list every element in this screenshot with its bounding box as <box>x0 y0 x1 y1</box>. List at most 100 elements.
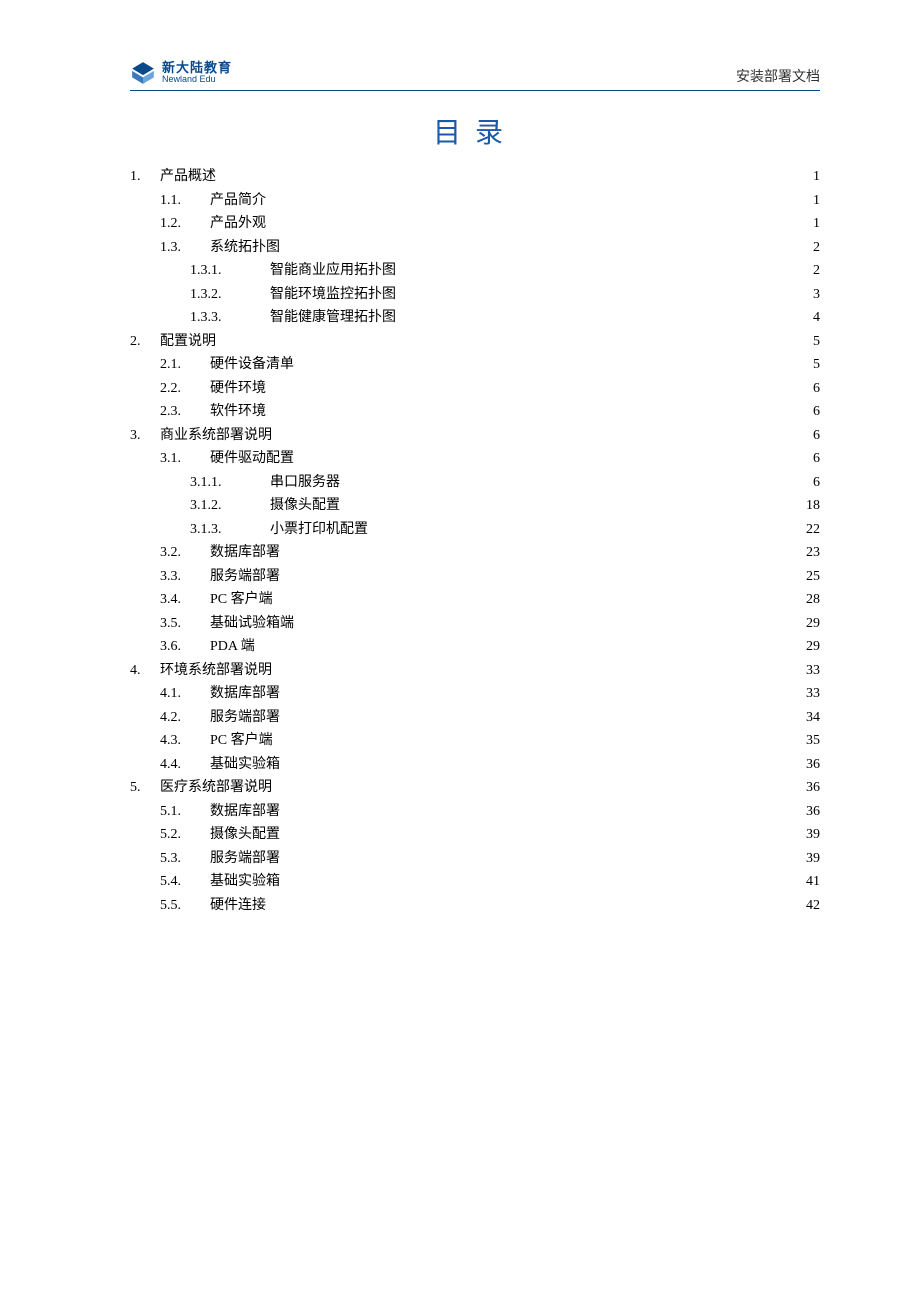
page-header: 新大陆教育 Newland Edu 安装部署文档 <box>130 60 820 91</box>
toc-page-number: 29 <box>806 635 820 659</box>
toc-text: 医疗系统部署说明 <box>160 776 272 800</box>
logo-en: Newland Edu <box>162 75 232 84</box>
toc-number: 2. <box>130 330 160 354</box>
toc-page-number: 18 <box>806 494 820 518</box>
toc-page-number: 5 <box>813 330 820 354</box>
toc-page-number: 1 <box>813 165 820 189</box>
toc-text: 智能环境监控拓扑图 <box>270 283 396 307</box>
toc-page-number: 36 <box>806 753 820 777</box>
toc-text: 基础实验箱 <box>210 753 280 777</box>
toc-entry[interactable]: 1.产品概述1 <box>130 165 820 189</box>
toc-entry[interactable]: 4.4.基础实验箱36 <box>130 753 820 777</box>
toc-page-number: 1 <box>813 189 820 213</box>
toc-number: 1.3. <box>160 236 210 260</box>
toc-number: 1.1. <box>160 189 210 213</box>
toc-number: 5.1. <box>160 800 210 824</box>
toc-text: 硬件设备清单 <box>210 353 294 377</box>
toc-entry[interactable]: 1.2.产品外观1 <box>130 212 820 236</box>
toc-entry[interactable]: 2.配置说明5 <box>130 330 820 354</box>
toc-text: 服务端部署 <box>210 706 280 730</box>
toc-text: 摄像头配置 <box>270 494 340 518</box>
toc-entry[interactable]: 5.4.基础实验箱41 <box>130 870 820 894</box>
toc-entry[interactable]: 5.1.数据库部署36 <box>130 800 820 824</box>
toc-text: PC 客户端 <box>210 588 273 612</box>
toc-entry[interactable]: 1.3.系统拓扑图 2 <box>130 236 820 260</box>
toc-entry[interactable]: 3.1.2.摄像头配置18 <box>130 494 820 518</box>
toc-entry[interactable]: 5.医疗系统部署说明36 <box>130 776 820 800</box>
toc-text: 系统拓扑图 <box>210 236 280 260</box>
toc-number: 3.6. <box>160 635 210 659</box>
toc-entry[interactable]: 1.1.产品简介 1 <box>130 189 820 213</box>
toc-page-number: 29 <box>806 612 820 636</box>
toc-entry[interactable]: 3.6.PDA 端 29 <box>130 635 820 659</box>
toc-number: 1. <box>130 165 160 189</box>
toc-number: 3.5. <box>160 612 210 636</box>
toc-text: PC 客户端 <box>210 729 273 753</box>
toc-page-number: 2 <box>813 236 820 260</box>
toc-text: 摄像头配置 <box>210 823 280 847</box>
toc-page-number: 28 <box>806 588 820 612</box>
toc-text: 硬件连接 <box>210 894 266 918</box>
toc-entry[interactable]: 5.5.硬件连接42 <box>130 894 820 918</box>
logo-text: 新大陆教育 Newland Edu <box>162 61 232 84</box>
toc-entry[interactable]: 2.3.软件环境6 <box>130 400 820 424</box>
toc-page-number: 33 <box>806 682 820 706</box>
toc-entry[interactable]: 5.2.摄像头配置39 <box>130 823 820 847</box>
toc-number: 3.4. <box>160 588 210 612</box>
toc-number: 2.3. <box>160 400 210 424</box>
toc-entry[interactable]: 2.2.硬件环境6 <box>130 377 820 401</box>
toc-text: 产品外观 <box>210 212 266 236</box>
toc-page-number: 3 <box>813 283 820 307</box>
toc-entry[interactable]: 3.3.服务端部署25 <box>130 565 820 589</box>
toc-entry[interactable]: 3.4.PC 客户端 28 <box>130 588 820 612</box>
toc-entry[interactable]: 4.1.数据库部署33 <box>130 682 820 706</box>
toc-entry[interactable]: 1.3.1.智能商业应用拓扑图2 <box>130 259 820 283</box>
toc-page-number: 41 <box>806 870 820 894</box>
toc-number: 2.2. <box>160 377 210 401</box>
toc-entry[interactable]: 3.1.硬件驱动配置6 <box>130 447 820 471</box>
toc-page-number: 34 <box>806 706 820 730</box>
toc-entry[interactable]: 1.3.2.智能环境监控拓扑图3 <box>130 283 820 307</box>
doc-label: 安装部署文档 <box>736 66 820 86</box>
toc-entry[interactable]: 2.1.硬件设备清单5 <box>130 353 820 377</box>
toc-entry[interactable]: 4.环境系统部署说明33 <box>130 659 820 683</box>
toc-number: 3. <box>130 424 160 448</box>
toc-entry[interactable]: 5.3.服务端部署39 <box>130 847 820 871</box>
toc-entry[interactable]: 3.5.基础试验箱端 29 <box>130 612 820 636</box>
toc-page-number: 42 <box>806 894 820 918</box>
toc-number: 4.3. <box>160 729 210 753</box>
toc-page-number: 6 <box>813 447 820 471</box>
toc-number: 1.3.3. <box>190 306 270 330</box>
toc-page-number: 1 <box>813 212 820 236</box>
toc-text: 基础实验箱 <box>210 870 280 894</box>
toc-entry[interactable]: 4.2.服务端部署34 <box>130 706 820 730</box>
toc-page-number: 36 <box>806 800 820 824</box>
toc-title: 目录 <box>130 111 820 151</box>
toc-number: 3.3. <box>160 565 210 589</box>
toc-text: PDA 端 <box>210 635 255 659</box>
toc-entry[interactable]: 3.2.数据库部署23 <box>130 541 820 565</box>
toc-text: 串口服务器 <box>270 471 340 495</box>
toc-page-number: 33 <box>806 659 820 683</box>
toc-number: 3.2. <box>160 541 210 565</box>
toc-text: 产品简介 <box>210 189 266 213</box>
toc-entry[interactable]: 1.3.3.智能健康管理拓扑图4 <box>130 306 820 330</box>
toc-page-number: 22 <box>806 518 820 542</box>
toc-page-number: 2 <box>813 259 820 283</box>
toc-entry[interactable]: 3.1.1.串口服务器6 <box>130 471 820 495</box>
toc-text: 基础试验箱端 <box>210 612 294 636</box>
toc-entry[interactable]: 3.商业系统部署说明6 <box>130 424 820 448</box>
toc-text: 数据库部署 <box>210 682 280 706</box>
toc-page-number: 6 <box>813 424 820 448</box>
toc-number: 3.1.1. <box>190 471 270 495</box>
toc-entry[interactable]: 3.1.3.小票打印机配置22 <box>130 518 820 542</box>
toc-text: 环境系统部署说明 <box>160 659 272 683</box>
table-of-contents: 1.产品概述11.1.产品简介 1 1. 2. 产品外观 1 1.3.系统拓扑图 21.3.1… <box>130 165 820 918</box>
toc-text: 硬件驱动配置 <box>210 447 294 471</box>
toc-text: 数据库部署 <box>210 541 280 565</box>
toc-number: 3.1.3. <box>190 518 270 542</box>
toc-entry[interactable]: 4.3.PC 客户端35 <box>130 729 820 753</box>
toc-page-number: 36 <box>806 776 820 800</box>
toc-page-number: 6 <box>813 377 820 401</box>
toc-text: 服务端部署 <box>210 847 280 871</box>
